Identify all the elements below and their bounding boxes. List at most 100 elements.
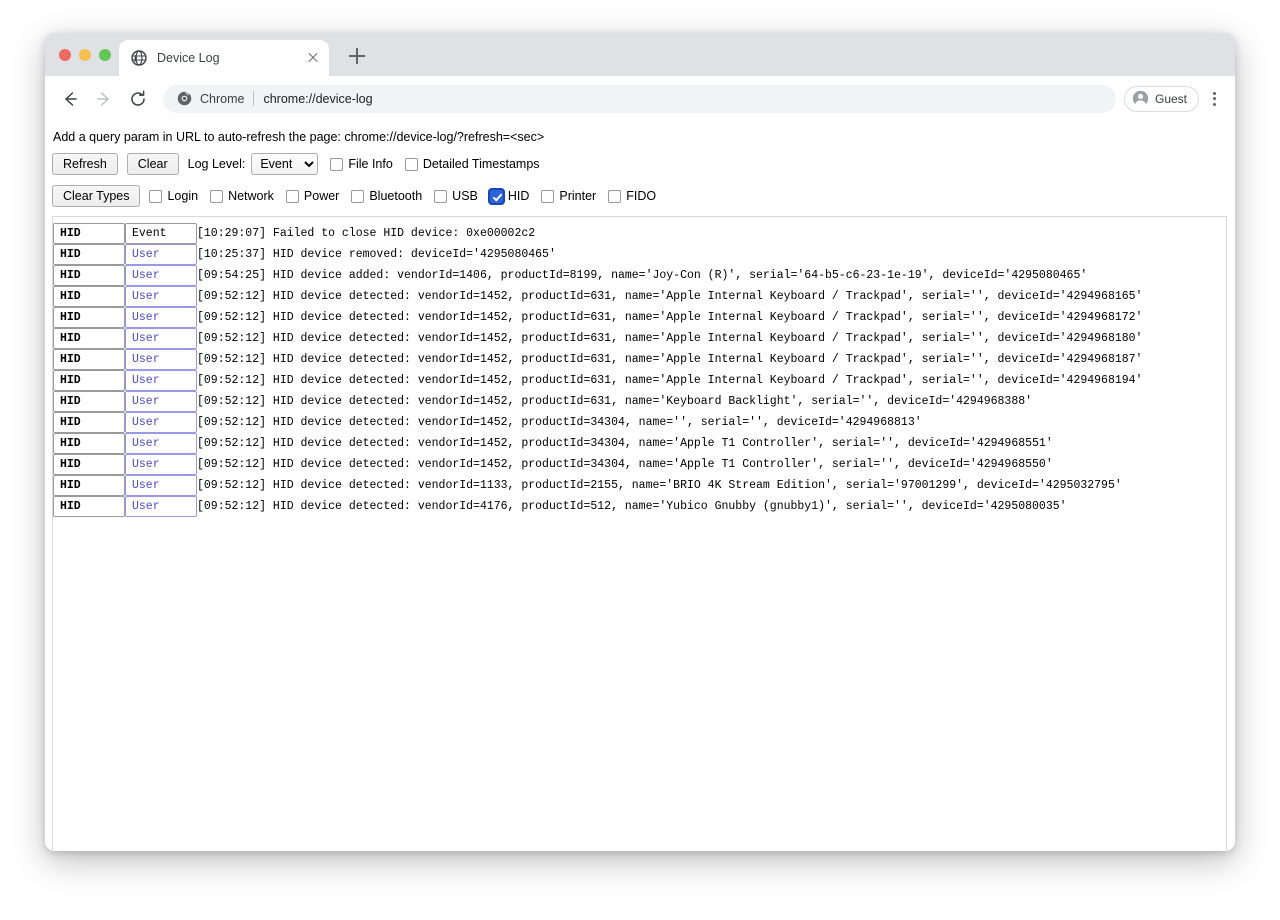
log-level-badge[interactable]: Event <box>125 223 197 244</box>
reload-button[interactable] <box>123 84 153 114</box>
reload-icon <box>128 89 148 109</box>
log-type-cell: HID <box>53 223 125 244</box>
log-level-badge[interactable]: User <box>125 349 197 370</box>
log-type-cell: HID <box>53 391 125 412</box>
log-type-badge[interactable]: HID <box>53 349 125 370</box>
type-filter-label: Login <box>167 189 198 203</box>
type-filter-checkbox-hid[interactable] <box>490 190 503 203</box>
close-window-button[interactable] <box>59 49 71 61</box>
log-type-badge[interactable]: HID <box>53 496 125 517</box>
log-row: HIDUser[10:25:37] HID device removed: de… <box>53 244 1226 265</box>
arrow-left-icon <box>60 89 80 109</box>
window-traffic-lights <box>59 49 111 61</box>
menu-dot <box>1213 97 1216 100</box>
type-filter-checkbox-printer[interactable] <box>541 190 554 203</box>
log-type-badge[interactable]: HID <box>53 391 125 412</box>
type-filter-bluetooth[interactable]: Bluetooth <box>351 189 422 203</box>
type-filter-checkbox-fido[interactable] <box>608 190 621 203</box>
log-level-badge[interactable]: User <box>125 412 197 433</box>
log-type-cell: HID <box>53 265 125 286</box>
primary-controls-row: Refresh Clear Log Level: ErrorEventDebug… <box>52 153 1227 175</box>
detailed-timestamps-option[interactable]: Detailed Timestamps <box>405 157 540 171</box>
log-type-badge[interactable]: HID <box>53 475 125 496</box>
omnibox-separator <box>253 91 254 106</box>
file-info-option[interactable]: File Info <box>330 157 392 171</box>
file-info-checkbox[interactable] <box>330 158 343 171</box>
type-filter-fido[interactable]: FIDO <box>608 189 656 203</box>
log-message: [09:52:12] HID device detected: vendorId… <box>197 433 1226 454</box>
log-level-cell: User <box>125 265 197 286</box>
back-button[interactable] <box>55 84 85 114</box>
maximize-window-button[interactable] <box>99 49 111 61</box>
log-level-cell: User <box>125 370 197 391</box>
address-bar[interactable]: Chrome chrome://device-log <box>163 85 1116 113</box>
log-type-cell: HID <box>53 496 125 517</box>
log-level-badge[interactable]: User <box>125 370 197 391</box>
log-type-badge[interactable]: HID <box>53 370 125 391</box>
log-type-badge[interactable]: HID <box>53 265 125 286</box>
profile-label: Guest <box>1155 92 1187 106</box>
log-type-cell: HID <box>53 328 125 349</box>
type-filter-checkbox-network[interactable] <box>210 190 223 203</box>
type-filter-checkbox-bluetooth[interactable] <box>351 190 364 203</box>
forward-button[interactable] <box>89 84 119 114</box>
type-filter-checkbox-power[interactable] <box>286 190 299 203</box>
log-type-badge[interactable]: HID <box>53 307 125 328</box>
omnibox-scheme-chip: Chrome <box>200 92 244 106</box>
clear-button[interactable]: Clear <box>127 153 179 175</box>
log-level-select[interactable]: ErrorEventDebug <box>251 153 318 175</box>
log-row: HIDUser[09:52:12] HID device detected: v… <box>53 307 1226 328</box>
log-level-badge[interactable]: User <box>125 286 197 307</box>
type-filter-checkbox-usb[interactable] <box>434 190 447 203</box>
log-level-badge[interactable]: User <box>125 307 197 328</box>
auto-refresh-hint: Add a query param in URL to auto-refresh… <box>53 130 1227 144</box>
log-level-cell: User <box>125 475 197 496</box>
type-filter-login[interactable]: Login <box>149 189 198 203</box>
browser-tab[interactable]: Device Log <box>119 40 329 76</box>
log-level-badge[interactable]: User <box>125 496 197 517</box>
log-level-cell: User <box>125 391 197 412</box>
minimize-window-button[interactable] <box>79 49 91 61</box>
log-level-badge[interactable]: User <box>125 433 197 454</box>
log-level-badge[interactable]: User <box>125 454 197 475</box>
log-type-badge[interactable]: HID <box>53 433 125 454</box>
log-level-cell: Event <box>125 223 197 244</box>
detailed-timestamps-checkbox[interactable] <box>405 158 418 171</box>
new-tab-button[interactable] <box>345 44 369 68</box>
log-type-badge[interactable]: HID <box>53 328 125 349</box>
log-message: [09:52:12] HID device detected: vendorId… <box>197 496 1226 517</box>
log-message: [09:52:12] HID device detected: vendorId… <box>197 349 1226 370</box>
log-type-badge[interactable]: HID <box>53 223 125 244</box>
clear-types-button[interactable]: Clear Types <box>52 185 140 207</box>
log-type-badge[interactable]: HID <box>53 244 125 265</box>
log-level-badge[interactable]: User <box>125 244 197 265</box>
log-type-cell: HID <box>53 433 125 454</box>
log-row: HIDUser[09:52:12] HID device detected: v… <box>53 349 1226 370</box>
type-filter-network[interactable]: Network <box>210 189 274 203</box>
tab-title: Device Log <box>157 51 305 65</box>
log-type-cell: HID <box>53 475 125 496</box>
log-type-badge[interactable]: HID <box>53 454 125 475</box>
log-type-cell: HID <box>53 307 125 328</box>
log-type-badge[interactable]: HID <box>53 286 125 307</box>
log-type-badge[interactable]: HID <box>53 412 125 433</box>
log-type-cell: HID <box>53 286 125 307</box>
profile-button[interactable]: Guest <box>1124 86 1199 112</box>
type-filter-power[interactable]: Power <box>286 189 339 203</box>
type-filter-usb[interactable]: USB <box>434 189 478 203</box>
globe-icon <box>131 50 147 66</box>
browser-toolbar: Chrome chrome://device-log Guest <box>45 76 1235 121</box>
refresh-button[interactable]: Refresh <box>52 153 118 175</box>
type-filter-printer[interactable]: Printer <box>541 189 596 203</box>
type-filter-hid[interactable]: HID <box>490 189 530 203</box>
type-filter-label: Bluetooth <box>369 189 422 203</box>
log-level-badge[interactable]: User <box>125 475 197 496</box>
browser-menu-button[interactable] <box>1203 85 1225 113</box>
log-message: [09:52:12] HID device detected: vendorId… <box>197 391 1226 412</box>
type-filter-checkbox-login[interactable] <box>149 190 162 203</box>
log-level-badge[interactable]: User <box>125 328 197 349</box>
close-icon[interactable] <box>305 50 321 66</box>
log-level-badge[interactable]: User <box>125 265 197 286</box>
log-panel[interactable]: HIDEvent[10:29:07] Failed to close HID d… <box>52 216 1227 851</box>
log-level-badge[interactable]: User <box>125 391 197 412</box>
